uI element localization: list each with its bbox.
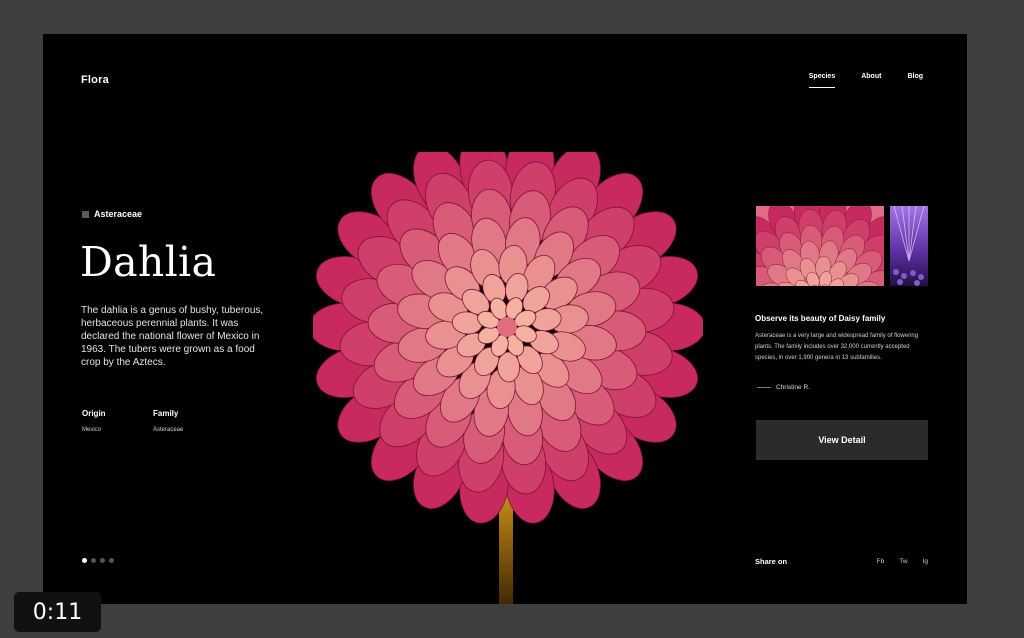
dahlia-image [313, 152, 703, 604]
family-tag: Asteraceae [82, 209, 142, 219]
origin-value: Mexico [82, 427, 102, 433]
pagination-dot[interactable] [100, 558, 105, 563]
family-tag-label: Asteraceae [94, 209, 143, 219]
origin-label: Origin [82, 409, 106, 418]
quote-author: Christine R. [757, 384, 810, 391]
thumbnail-dahlia[interactable] [756, 206, 884, 286]
social-links: Fb Tw Ig [877, 558, 928, 565]
thumbnail-purple-flower[interactable] [890, 206, 928, 286]
pagination-dot[interactable] [91, 558, 96, 563]
family-info: Family Asteraceae [153, 409, 183, 433]
share-label: Share on [755, 557, 788, 566]
nav-species[interactable]: Species [808, 73, 836, 88]
square-icon [82, 210, 89, 218]
social-instagram-link[interactable]: Ig [923, 558, 928, 565]
flower-description: The dahlia is a genus of bushy, tuberous… [81, 305, 264, 368]
app-frame: Flora Species About Blog Asteraceae Dahl… [43, 34, 967, 604]
video-timestamp: 0:11 [14, 592, 101, 632]
nav-about[interactable]: About [861, 73, 881, 88]
social-twitter-link[interactable]: Tw [899, 558, 907, 565]
pagination-dots [82, 558, 114, 563]
author-name: Christine R. [776, 384, 810, 391]
pagination-dot[interactable] [82, 558, 87, 563]
page-title: Dahlia [80, 238, 217, 286]
quote-text: Asteraceae is a very large and widesprea… [755, 333, 919, 361]
origin-info: Origin Mexico [82, 409, 106, 433]
family-label: Family [153, 409, 179, 418]
social-facebook-link[interactable]: Fb [877, 558, 885, 565]
view-detail-button[interactable]: View Detail [756, 420, 928, 460]
logo[interactable]: Flora [81, 74, 109, 86]
quote-title: Observe its beauty of Daisy family [755, 314, 886, 323]
author-divider [757, 387, 771, 388]
family-value: Asteraceae [153, 427, 184, 433]
nav-blog[interactable]: Blog [907, 73, 923, 88]
main-nav: Species About Blog [808, 73, 923, 88]
pagination-dot[interactable] [109, 558, 114, 563]
